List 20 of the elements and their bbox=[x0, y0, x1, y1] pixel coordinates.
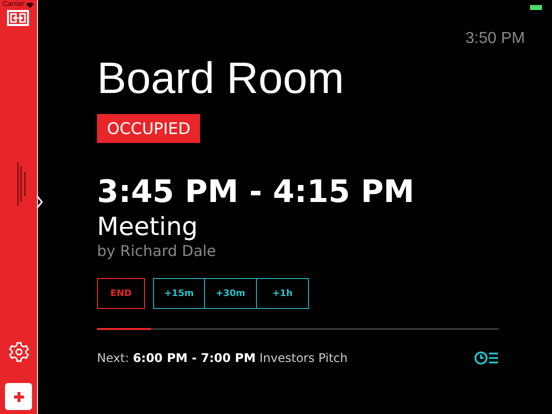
status-badge: OCCUPIED bbox=[97, 114, 200, 143]
extend-button[interactable]: +1h bbox=[257, 278, 309, 309]
battery-icon bbox=[530, 5, 542, 10]
clock: 3:50 PM bbox=[465, 30, 525, 48]
extend-button[interactable]: +15m bbox=[153, 278, 205, 309]
settings-icon[interactable] bbox=[8, 341, 30, 363]
end-button[interactable]: END bbox=[97, 278, 145, 309]
wifi-icon bbox=[26, 2, 34, 8]
plus-icon bbox=[12, 390, 24, 402]
chevron-right-icon[interactable] bbox=[36, 195, 43, 209]
meeting-organizer: by Richard Dale bbox=[97, 241, 218, 261]
meeting-time: 3:45 PM - 4:15 PM bbox=[97, 173, 416, 212]
next-meeting: Next: 6:00 PM - 7:00 PM Investors Pitch bbox=[97, 351, 348, 365]
room-name: Board Room bbox=[97, 53, 346, 105]
logo-icon bbox=[7, 10, 30, 26]
add-button[interactable] bbox=[5, 383, 32, 410]
meeting-title: Meeting bbox=[97, 213, 199, 241]
schedule-icon[interactable] bbox=[474, 351, 499, 365]
extend-button[interactable]: +30m bbox=[205, 278, 257, 309]
drawer-handle-icon[interactable] bbox=[17, 162, 26, 206]
